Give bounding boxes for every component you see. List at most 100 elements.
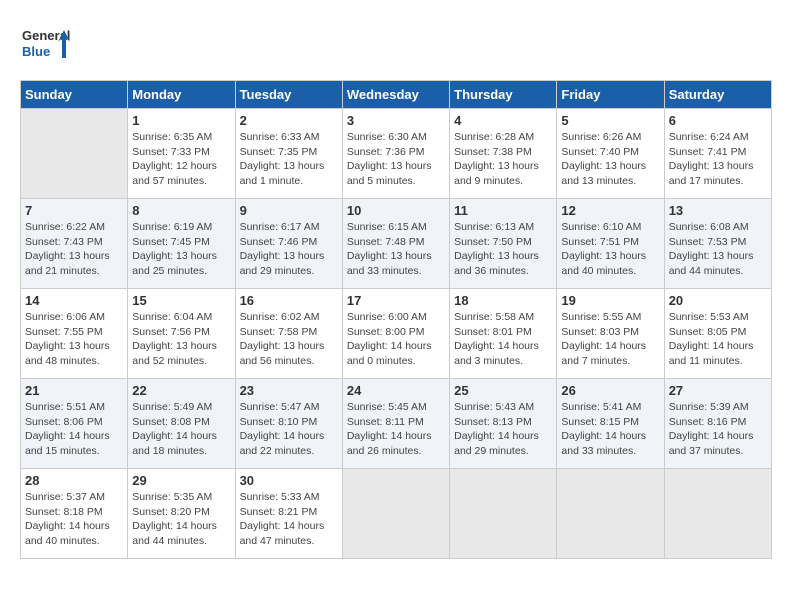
calendar-week-row: 14 Sunrise: 6:06 AM Sunset: 7:55 PM Dayli… xyxy=(21,289,772,379)
calendar-cell: 16 Sunrise: 6:02 AM Sunset: 7:58 PM Dayli… xyxy=(235,289,342,379)
calendar-cell: 25 Sunrise: 5:43 AM Sunset: 8:13 PM Dayli… xyxy=(450,379,557,469)
calendar-week-row: 1 Sunrise: 6:35 AM Sunset: 7:33 PM Daylig… xyxy=(21,109,772,199)
calendar-cell xyxy=(664,469,771,559)
day-number: 7 xyxy=(25,203,123,218)
calendar-table: SundayMondayTuesdayWednesdayThursdayFrid… xyxy=(20,80,772,559)
day-number: 12 xyxy=(561,203,659,218)
day-number: 25 xyxy=(454,383,552,398)
day-number: 24 xyxy=(347,383,445,398)
day-number: 29 xyxy=(132,473,230,488)
calendar-cell: 5 Sunrise: 6:26 AM Sunset: 7:40 PM Daylig… xyxy=(557,109,664,199)
calendar-cell: 27 Sunrise: 5:39 AM Sunset: 8:16 PM Dayli… xyxy=(664,379,771,469)
day-number: 1 xyxy=(132,113,230,128)
logo: General Blue xyxy=(20,20,70,70)
day-info: Sunrise: 5:41 AM Sunset: 8:15 PM Dayligh… xyxy=(561,400,659,459)
day-number: 4 xyxy=(454,113,552,128)
col-header-tuesday: Tuesday xyxy=(235,81,342,109)
day-info: Sunrise: 6:04 AM Sunset: 7:56 PM Dayligh… xyxy=(132,310,230,369)
calendar-cell: 19Sunrise: 5:55 AM Sunset: 8:03 PM Dayli… xyxy=(557,289,664,379)
day-info: Sunrise: 5:51 AM Sunset: 8:06 PM Dayligh… xyxy=(25,400,123,459)
day-number: 5 xyxy=(561,113,659,128)
calendar-cell: 15 Sunrise: 6:04 AM Sunset: 7:56 PM Dayli… xyxy=(128,289,235,379)
day-info: Sunrise: 6:30 AM Sunset: 7:36 PM Dayligh… xyxy=(347,130,445,189)
day-info: Sunrise: 6:10 AM Sunset: 7:51 PM Dayligh… xyxy=(561,220,659,279)
calendar-cell: 22 Sunrise: 5:49 AM Sunset: 8:08 PM Dayli… xyxy=(128,379,235,469)
col-header-wednesday: Wednesday xyxy=(342,81,449,109)
calendar-cell: 28Sunrise: 5:37 AM Sunset: 8:18 PM Dayli… xyxy=(21,469,128,559)
day-info: Sunrise: 6:19 AM Sunset: 7:45 PM Dayligh… xyxy=(132,220,230,279)
day-info: Sunrise: 5:49 AM Sunset: 8:08 PM Dayligh… xyxy=(132,400,230,459)
day-info: Sunrise: 6:13 AM Sunset: 7:50 PM Dayligh… xyxy=(454,220,552,279)
day-number: 11 xyxy=(454,203,552,218)
day-number: 22 xyxy=(132,383,230,398)
day-number: 28 xyxy=(25,473,123,488)
calendar-header-row: SundayMondayTuesdayWednesdayThursdayFrid… xyxy=(21,81,772,109)
calendar-cell xyxy=(342,469,449,559)
calendar-cell: 7 Sunrise: 6:22 AM Sunset: 7:43 PM Daylig… xyxy=(21,199,128,289)
day-info: Sunrise: 6:15 AM Sunset: 7:48 PM Dayligh… xyxy=(347,220,445,279)
day-number: 27 xyxy=(669,383,767,398)
col-header-friday: Friday xyxy=(557,81,664,109)
day-number: 23 xyxy=(240,383,338,398)
day-number: 16 xyxy=(240,293,338,308)
day-number: 6 xyxy=(669,113,767,128)
day-info: Sunrise: 6:17 AM Sunset: 7:46 PM Dayligh… xyxy=(240,220,338,279)
day-number: 2 xyxy=(240,113,338,128)
calendar-cell: 12 Sunrise: 6:10 AM Sunset: 7:51 PM Dayli… xyxy=(557,199,664,289)
day-number: 26 xyxy=(561,383,659,398)
col-header-sunday: Sunday xyxy=(21,81,128,109)
calendar-cell: 2 Sunrise: 6:33 AM Sunset: 7:35 PM Daylig… xyxy=(235,109,342,199)
day-number: 21 xyxy=(25,383,123,398)
calendar-cell: 10 Sunrise: 6:15 AM Sunset: 7:48 PM Dayli… xyxy=(342,199,449,289)
day-number: 9 xyxy=(240,203,338,218)
day-info: Sunrise: 6:02 AM Sunset: 7:58 PM Dayligh… xyxy=(240,310,338,369)
calendar-week-row: 28Sunrise: 5:37 AM Sunset: 8:18 PM Dayli… xyxy=(21,469,772,559)
day-info: Sunrise: 5:45 AM Sunset: 8:11 PM Dayligh… xyxy=(347,400,445,459)
calendar-cell: 11 Sunrise: 6:13 AM Sunset: 7:50 PM Dayli… xyxy=(450,199,557,289)
calendar-cell: 3 Sunrise: 6:30 AM Sunset: 7:36 PM Daylig… xyxy=(342,109,449,199)
calendar-cell: 29 Sunrise: 5:35 AM Sunset: 8:20 PM Dayli… xyxy=(128,469,235,559)
day-number: 14 xyxy=(25,293,123,308)
day-number: 19 xyxy=(561,293,659,308)
calendar-cell: 21 Sunrise: 5:51 AM Sunset: 8:06 PM Dayli… xyxy=(21,379,128,469)
day-number: 18 xyxy=(454,293,552,308)
calendar-cell: 18 Sunrise: 5:58 AM Sunset: 8:01 PM Dayli… xyxy=(450,289,557,379)
calendar-week-row: 21 Sunrise: 5:51 AM Sunset: 8:06 PM Dayli… xyxy=(21,379,772,469)
day-info: Sunrise: 5:58 AM Sunset: 8:01 PM Dayligh… xyxy=(454,310,552,369)
day-number: 3 xyxy=(347,113,445,128)
day-number: 8 xyxy=(132,203,230,218)
calendar-cell xyxy=(21,109,128,199)
day-info: Sunrise: 6:06 AM Sunset: 7:55 PM Dayligh… xyxy=(25,310,123,369)
day-number: 13 xyxy=(669,203,767,218)
calendar-cell: 17 Sunrise: 6:00 AM Sunset: 8:00 PM Dayli… xyxy=(342,289,449,379)
day-info: Sunrise: 6:35 AM Sunset: 7:33 PM Dayligh… xyxy=(132,130,230,189)
col-header-saturday: Saturday xyxy=(664,81,771,109)
svg-text:Blue: Blue xyxy=(22,44,50,59)
calendar-cell: 24 Sunrise: 5:45 AM Sunset: 8:11 PM Dayli… xyxy=(342,379,449,469)
day-number: 17 xyxy=(347,293,445,308)
calendar-cell: 26 Sunrise: 5:41 AM Sunset: 8:15 PM Dayli… xyxy=(557,379,664,469)
calendar-cell: 14 Sunrise: 6:06 AM Sunset: 7:55 PM Dayli… xyxy=(21,289,128,379)
calendar-cell xyxy=(557,469,664,559)
day-info: Sunrise: 5:47 AM Sunset: 8:10 PM Dayligh… xyxy=(240,400,338,459)
day-info: Sunrise: 5:43 AM Sunset: 8:13 PM Dayligh… xyxy=(454,400,552,459)
calendar-cell: 6Sunrise: 6:24 AM Sunset: 7:41 PM Daylig… xyxy=(664,109,771,199)
day-info: Sunrise: 6:08 AM Sunset: 7:53 PM Dayligh… xyxy=(669,220,767,279)
day-info: Sunrise: 6:22 AM Sunset: 7:43 PM Dayligh… xyxy=(25,220,123,279)
day-number: 30 xyxy=(240,473,338,488)
day-number: 20 xyxy=(669,293,767,308)
day-info: Sunrise: 6:00 AM Sunset: 8:00 PM Dayligh… xyxy=(347,310,445,369)
calendar-cell: 30Sunrise: 5:33 AM Sunset: 8:21 PM Dayli… xyxy=(235,469,342,559)
day-info: Sunrise: 6:26 AM Sunset: 7:40 PM Dayligh… xyxy=(561,130,659,189)
day-number: 10 xyxy=(347,203,445,218)
day-number: 15 xyxy=(132,293,230,308)
day-info: Sunrise: 5:35 AM Sunset: 8:20 PM Dayligh… xyxy=(132,490,230,549)
calendar-cell: 23 Sunrise: 5:47 AM Sunset: 8:10 PM Dayli… xyxy=(235,379,342,469)
page-header: General Blue xyxy=(20,20,772,70)
calendar-week-row: 7 Sunrise: 6:22 AM Sunset: 7:43 PM Daylig… xyxy=(21,199,772,289)
day-info: Sunrise: 5:39 AM Sunset: 8:16 PM Dayligh… xyxy=(669,400,767,459)
col-header-thursday: Thursday xyxy=(450,81,557,109)
calendar-cell: 1 Sunrise: 6:35 AM Sunset: 7:33 PM Daylig… xyxy=(128,109,235,199)
calendar-cell: 4Sunrise: 6:28 AM Sunset: 7:38 PM Daylig… xyxy=(450,109,557,199)
day-info: Sunrise: 6:33 AM Sunset: 7:35 PM Dayligh… xyxy=(240,130,338,189)
